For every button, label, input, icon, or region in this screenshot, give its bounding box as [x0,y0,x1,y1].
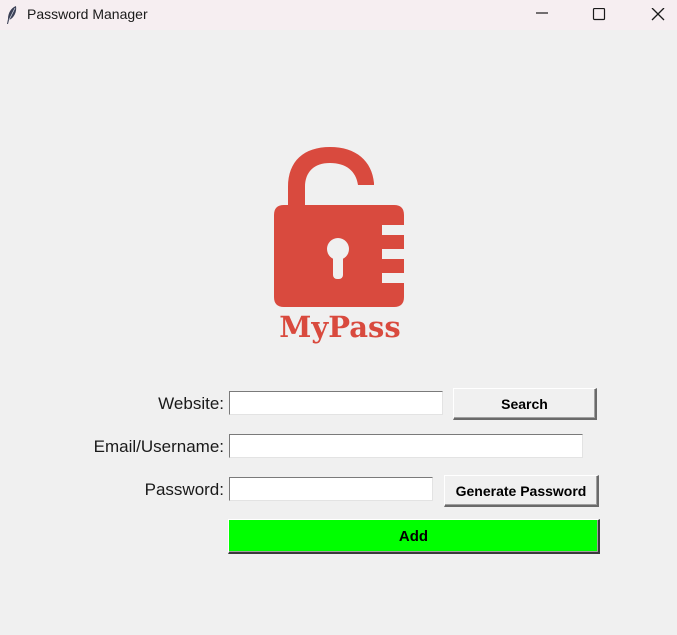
window-title: Password Manager [27,6,148,22]
minimize-icon [536,12,548,14]
title-bar[interactable]: Password Manager [0,0,677,30]
generate-password-button[interactable]: Generate Password [444,475,599,507]
add-button[interactable]: Add [228,519,600,554]
website-label: Website: [158,394,224,413]
app-window: Password Manager MyPass Website: Search … [0,0,677,635]
close-button[interactable] [634,0,677,30]
password-label: Password: [144,480,224,499]
open-padlock-icon [274,147,404,307]
search-button[interactable]: Search [453,388,597,420]
maximize-icon [592,8,606,21]
mypass-logo: MyPass [274,147,404,344]
maximize-button[interactable] [576,0,622,30]
logo-text: MyPass [279,310,400,344]
feather-icon [7,6,17,24]
minimize-button[interactable] [519,0,565,30]
password-input[interactable] [229,477,433,501]
email-username-input[interactable] [229,434,583,458]
close-icon [651,8,665,21]
email-username-label: Email/Username: [93,437,224,456]
website-input[interactable] [229,391,443,415]
